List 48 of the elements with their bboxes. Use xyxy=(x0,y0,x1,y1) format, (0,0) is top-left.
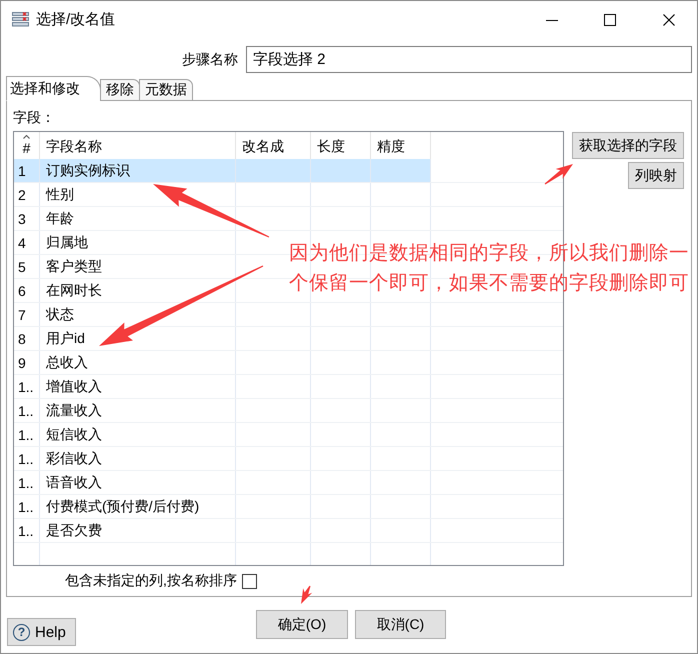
step-name-field[interactable]: 字段选择 2 xyxy=(246,46,692,73)
table-cell[interactable]: 6 xyxy=(14,279,40,302)
table-cell[interactable]: 是否欠费 xyxy=(40,519,236,542)
annotation-arrow xyxy=(301,586,312,604)
checkbox[interactable] xyxy=(242,574,257,588)
table-cell[interactable]: 1.. xyxy=(14,399,40,422)
column-header[interactable]: # xyxy=(22,140,30,156)
table-cell[interactable]: 归属地 xyxy=(40,231,236,254)
sort-caret-icon[interactable] xyxy=(23,135,30,139)
table-cell[interactable]: 1.. xyxy=(14,375,40,398)
table-cell[interactable]: 1.. xyxy=(14,423,40,446)
table-cell[interactable]: 彩信收入 xyxy=(40,447,236,470)
table-cell[interactable]: 增值收入 xyxy=(40,375,236,398)
fields-label: 字段： xyxy=(13,108,55,127)
close-icon[interactable] xyxy=(663,14,675,26)
table-cell[interactable]: 5 xyxy=(14,255,40,278)
table-cell[interactable]: 1.. xyxy=(14,471,40,494)
table-cell[interactable]: 付费模式(预付费/后付费) xyxy=(40,495,236,518)
table-cell[interactable]: 语音收入 xyxy=(40,471,236,494)
table-cell[interactable]: 订购实例标识 xyxy=(40,159,236,182)
table-cell[interactable]: 4 xyxy=(14,231,40,254)
tab[interactable]: 选择和修改 xyxy=(6,76,101,101)
table-cell[interactable]: 2 xyxy=(14,183,40,206)
side-button[interactable]: 获取选择的字段 xyxy=(572,132,684,159)
help-icon: ? xyxy=(13,624,30,640)
annotation-arrow xyxy=(544,164,573,184)
table-cell[interactable]: 1 xyxy=(14,159,40,182)
list-icon xyxy=(12,12,29,27)
side-button[interactable]: 列映射 xyxy=(628,162,684,189)
help-button[interactable]: ? Help xyxy=(7,618,76,646)
tab[interactable]: 移除 xyxy=(100,79,140,101)
table-cell[interactable]: 7 xyxy=(14,303,40,326)
window-title: 选择/改名值 xyxy=(36,10,116,29)
maximize-icon[interactable] xyxy=(604,14,616,26)
table-cell[interactable]: 3 xyxy=(14,207,40,230)
table-cell[interactable]: 1.. xyxy=(14,447,40,470)
table-cell[interactable]: 8 xyxy=(14,327,40,350)
checkbox-label: 包含未指定的列,按名称排序 xyxy=(65,572,237,590)
cancel-button[interactable]: 取消(C) xyxy=(355,610,446,639)
step-name-label: 步骤名称 xyxy=(182,50,238,68)
table-cell[interactable]: 1.. xyxy=(14,519,40,542)
table-cell[interactable]: 1.. xyxy=(14,495,40,518)
table-cell[interactable]: 短信收入 xyxy=(40,423,236,446)
table-cell[interactable]: 总收入 xyxy=(40,351,236,374)
ok-button[interactable]: 确定(O) xyxy=(256,610,348,639)
table-cell[interactable]: 流量收入 xyxy=(40,399,236,422)
tab[interactable]: 元数据 xyxy=(139,79,193,101)
table-cell[interactable]: 9 xyxy=(14,351,40,374)
